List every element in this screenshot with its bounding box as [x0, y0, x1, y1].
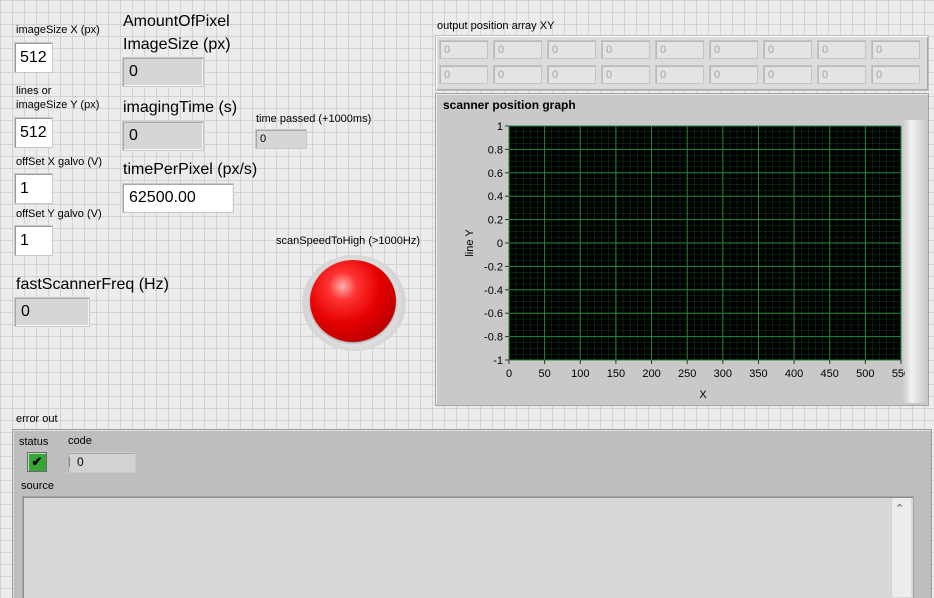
array-cell: 0: [871, 65, 920, 84]
tick-label: -0.2: [484, 261, 503, 273]
code-label: code: [68, 435, 92, 447]
array-cell: 0: [439, 65, 488, 84]
tick-label: -0.8: [484, 332, 503, 344]
tick-label: 400: [785, 368, 803, 380]
tick-label: 350: [749, 368, 767, 380]
status-check-icon: ✔: [27, 452, 47, 472]
tick-label: 150: [607, 368, 625, 380]
tick-label: 1: [497, 121, 503, 133]
array-cell: 0: [709, 65, 758, 84]
array-cell: 0: [439, 40, 488, 59]
array-cell: 0: [655, 65, 704, 84]
array-cell: 0: [547, 65, 596, 84]
tick-label: 250: [678, 368, 696, 380]
amount-of-pixel-indicator: 0: [122, 57, 204, 87]
tick-label: 200: [642, 368, 660, 380]
graph-side-scrollbar[interactable]: [902, 120, 927, 403]
imaging-time-indicator: 0: [122, 121, 204, 151]
image-size-y-label-line1: lines or: [16, 85, 52, 97]
tick-label: -0.6: [484, 308, 503, 320]
output-array-label: output position array XY: [437, 20, 555, 32]
tick-label: 550: [892, 368, 905, 380]
tick-label: 0.8: [488, 144, 503, 156]
time-passed-label: time passed (+1000ms): [256, 113, 372, 125]
tick-label: 0.6: [488, 168, 503, 180]
fast-scanner-freq-indicator: 0: [14, 297, 90, 327]
source-label: source: [21, 480, 55, 492]
image-size-x-label: imageSize X (px): [16, 24, 100, 36]
y-axis-label: line Y: [464, 229, 476, 257]
tick-label: 500: [856, 368, 874, 380]
time-per-pixel-label: timePerPixel (px/s): [123, 161, 258, 178]
array-cell: 0: [817, 40, 866, 59]
amount-of-pixel-label-line1: AmountOfPixel: [123, 13, 230, 30]
tick-label: 300: [714, 368, 732, 380]
image-size-y-label-line2: imageSize Y (px): [16, 99, 100, 111]
tick-label: 0.2: [488, 215, 503, 227]
status-label: status: [19, 436, 49, 448]
scroll-up-arrow-icon[interactable]: ⌃: [895, 502, 904, 515]
array-cell: 0: [601, 65, 650, 84]
array-cell: 0: [817, 65, 866, 84]
error-out-label: error out: [16, 413, 58, 425]
code-radix-icon: [69, 457, 73, 467]
image-size-x-input[interactable]: 512: [14, 42, 53, 73]
time-per-pixel-indicator: 62500.00: [122, 183, 234, 213]
scan-speed-too-high-led: [310, 260, 396, 342]
imaging-time-label: imagingTime (s): [123, 99, 238, 116]
tick-label: -0.4: [484, 285, 503, 297]
offset-y-input[interactable]: 1: [14, 225, 53, 256]
array-cell: 0: [763, 65, 812, 84]
offset-x-input[interactable]: 1: [14, 173, 53, 204]
array-cell: 0: [547, 40, 596, 59]
code-indicator: 0: [67, 452, 136, 473]
time-passed-indicator: 0: [255, 129, 307, 149]
tick-label: 0.4: [488, 191, 503, 203]
fast-scanner-freq-label: fastScannerFreq (Hz): [16, 276, 169, 293]
array-cell: 0: [709, 40, 758, 59]
tick-label: 0: [497, 238, 503, 250]
array-cell: 0: [493, 65, 542, 84]
tick-label: 100: [571, 368, 589, 380]
tick-label: 50: [539, 368, 551, 380]
offset-x-label: offSet X galvo (V): [16, 156, 103, 168]
array-cell: 0: [655, 40, 704, 59]
tick-label: 450: [821, 368, 839, 380]
array-cell: 0: [871, 40, 920, 59]
array-cell: 0: [601, 40, 650, 59]
source-text-area: [22, 496, 914, 598]
image-size-y-input[interactable]: 512: [14, 117, 53, 148]
array-cell: 0: [763, 40, 812, 59]
tick-label: -1: [493, 355, 503, 367]
offset-y-label: offSet Y galvo (V): [16, 208, 102, 220]
x-axis-label: X: [699, 389, 707, 401]
tick-label: 0: [506, 368, 512, 380]
scan-speed-too-high-label: scanSpeedToHigh (>1000Hz): [276, 235, 421, 247]
graph-plot-svg: 0 50 100 150 200 250 300 350 400 450 500 550 1 0.8 0.6…: [464, 121, 905, 401]
amount-of-pixel-label-line2: ImageSize (px): [123, 36, 231, 53]
array-cell: 0: [493, 40, 542, 59]
